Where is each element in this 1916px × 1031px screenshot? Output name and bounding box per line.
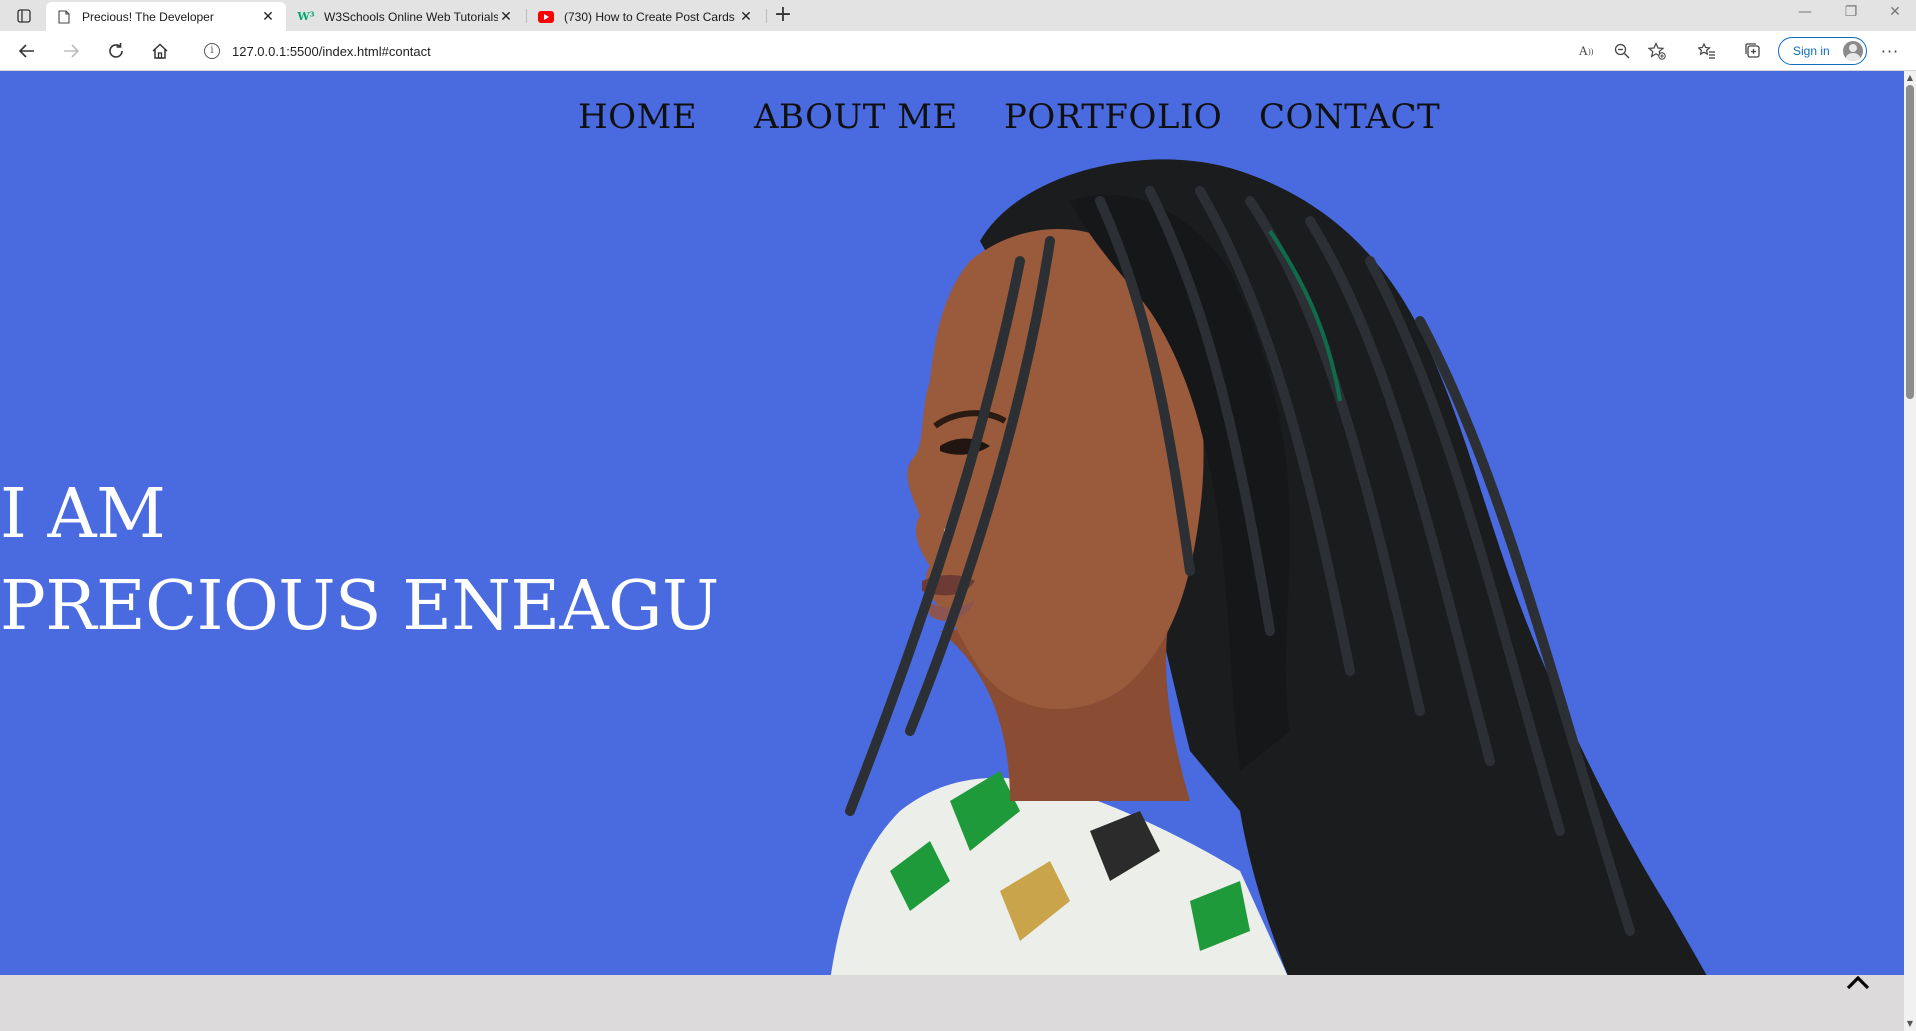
home-button[interactable] — [145, 37, 175, 65]
browser-toolbar: i 127.0.0.1:5500/index.html#contact A)) … — [0, 31, 1916, 71]
close-tab-icon[interactable]: ✕ — [260, 8, 276, 25]
hero-headline: I AM PRECIOUS ENEAGU — [0, 469, 719, 653]
scroll-up-arrow-icon[interactable]: ▲ — [1906, 74, 1914, 82]
nav-contact-link[interactable]: CONTACT — [1259, 97, 1440, 137]
tab-title: Precious! The Developer — [82, 9, 214, 24]
profile-avatar-icon — [1843, 41, 1863, 61]
read-aloud-icon[interactable]: A)) — [1572, 39, 1600, 63]
restore-button[interactable]: ❐ — [1828, 4, 1874, 28]
nav-portfolio-link[interactable]: PORTFOLIO — [1004, 97, 1222, 137]
scrollbar-thumb[interactable] — [1906, 85, 1914, 399]
woman-portrait-image — [830, 159, 1707, 975]
forward-button[interactable] — [56, 37, 86, 65]
page-scrollbar[interactable]: ▲ ▼ — [1904, 71, 1916, 1031]
minimize-button[interactable]: — — [1782, 4, 1828, 28]
url-text: 127.0.0.1:5500/index.html#contact — [232, 43, 431, 59]
nav-home-link[interactable]: HOME — [578, 97, 697, 137]
tab-precious[interactable]: Precious! The Developer ✕ — [46, 2, 286, 31]
main-nav: HOME ABOUT ME PORTFOLIO CONTACT — [0, 97, 1904, 147]
page-icon — [56, 9, 72, 25]
browser-tab-strip: Precious! The Developer ✕ W³ W3Schools O… — [0, 0, 1916, 31]
tab-title: (730) How to Create Post Cards — [564, 9, 735, 24]
tab-separator — [766, 9, 767, 23]
sign-in-label: Sign in — [1793, 44, 1830, 58]
chevron-up-icon — [1846, 975, 1870, 990]
zoom-out-icon[interactable] — [1608, 39, 1636, 63]
tab-w3schools[interactable]: W³ W3Schools Online Web Tutorials ✕ — [288, 2, 524, 31]
back-button[interactable] — [12, 37, 42, 65]
scroll-down-arrow-icon[interactable]: ▼ — [1906, 1020, 1914, 1028]
tab-actions-icon[interactable] — [11, 5, 37, 27]
address-bar[interactable]: i 127.0.0.1:5500/index.html#contact — [190, 36, 1720, 66]
refresh-button[interactable] — [101, 37, 131, 65]
hero-section: HOME ABOUT ME PORTFOLIO CONTACT I AM PRE… — [0, 71, 1904, 975]
favorites-icon[interactable] — [1693, 39, 1721, 63]
tab-youtube[interactable]: (730) How to Create Post Cards ✕ — [528, 2, 764, 31]
close-tab-icon[interactable]: ✕ — [498, 8, 514, 25]
back-to-top-button[interactable] — [1840, 971, 1876, 995]
tab-title: W3Schools Online Web Tutorials — [324, 9, 498, 24]
nav-about-link[interactable]: ABOUT ME — [754, 97, 958, 137]
w3schools-icon: W³ — [297, 10, 315, 23]
youtube-icon — [538, 9, 554, 25]
more-options-icon[interactable]: ··· — [1876, 39, 1904, 63]
hero-line-1: I AM — [0, 475, 166, 554]
site-info-icon[interactable]: i — [204, 43, 220, 59]
add-favorite-icon[interactable] — [1643, 39, 1671, 63]
tab-separator — [526, 9, 527, 23]
new-tab-button[interactable]: + — [770, 3, 796, 29]
collections-icon[interactable] — [1739, 39, 1767, 63]
close-window-button[interactable]: ✕ — [1872, 4, 1916, 28]
close-tab-icon[interactable]: ✕ — [738, 8, 754, 25]
page-viewport: HOME ABOUT ME PORTFOLIO CONTACT I AM PRE… — [0, 71, 1904, 1031]
sign-in-button[interactable]: Sign in — [1778, 37, 1867, 65]
hero-line-2: PRECIOUS ENEAGU — [0, 567, 719, 646]
